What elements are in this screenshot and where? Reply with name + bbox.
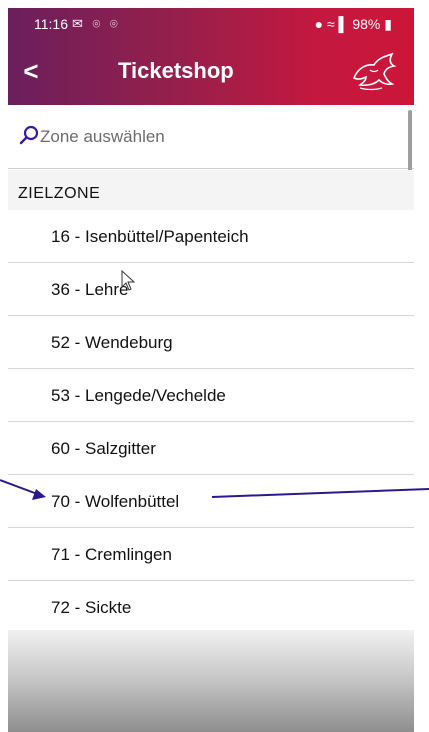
page-title: Ticketshop [118,58,234,83]
list-item-label: 71 - Cremlingen [51,545,172,564]
list-item-label: 60 - Salzgitter [51,439,156,458]
location-icon: ● [314,16,324,32]
screen: 11:16 ✉ ⌾ ⌾ ● ≈ ▌ 98% ▮ < Ticketshop Zon… [8,0,414,732]
app-bar: 11:16 ✉ ⌾ ⌾ ● ≈ ▌ 98% ▮ < Ticketshop [8,8,414,105]
section-header-zielzone: ZIELZONE [8,170,414,211]
list-item-label: 52 - Wendeburg [51,333,173,352]
list-item[interactable]: 72 - Sickte [8,581,414,634]
toolbar: < Ticketshop [8,42,414,102]
mouse-cursor-icon [121,270,136,291]
search-icon [19,125,39,145]
list-item[interactable]: 71 - Cremlingen [8,528,414,581]
search-input[interactable]: Zone auswählen [40,127,165,147]
notification-icons: ✉ ⌾ ⌾ [72,16,121,31]
status-time: 11:16 [34,16,68,32]
list-item-label: 53 - Lengede/Vechelde [51,386,226,405]
list-item[interactable]: 52 - Wendeburg [8,316,414,369]
list-item-label: 72 - Sickte [51,598,132,617]
list-item-label: 70 - Wolfenbüttel [51,492,180,511]
phone-device: 11:16 ✉ ⌾ ⌾ ● ≈ ▌ 98% ▮ < Ticketshop Zon… [0,0,429,732]
list-item[interactable]: 60 - Salzgitter [8,422,414,475]
zone-list: 16 - Isenbüttel/Papenteich 36 - Lehre 52… [8,210,414,634]
list-item[interactable]: 36 - Lehre [8,263,414,316]
back-button[interactable]: < [16,56,46,86]
search-bar[interactable]: Zone auswählen [8,105,414,169]
list-item-label: 36 - Lehre [51,280,129,299]
section-label: ZIELZONE [18,185,101,202]
status-right: ● ≈ ▌ 98% ▮ [315,16,392,33]
list-item[interactable]: 53 - Lengede/Vechelde [8,369,414,422]
lion-logo-icon [352,52,397,91]
list-item-label: 16 - Isenbüttel/Papenteich [51,227,249,246]
battery-icon: ▮ [384,16,392,32]
signal-icon: ▌ [338,16,349,32]
bottom-fade [8,630,414,732]
list-item[interactable]: 16 - Isenbüttel/Papenteich [8,210,414,263]
status-bar: 11:16 ✉ ⌾ ⌾ ● ≈ ▌ 98% ▮ [8,8,414,38]
wifi-icon: ≈ [326,16,335,32]
list-item[interactable]: 70 - Wolfenbüttel [8,475,414,528]
battery-percent: 98% [352,16,381,32]
